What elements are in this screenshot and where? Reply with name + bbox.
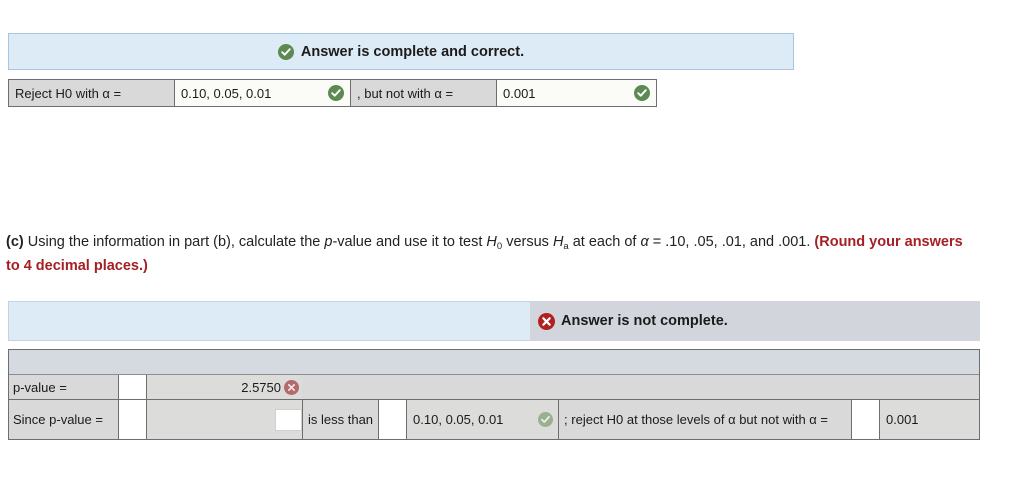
alpha-levels-answer-cell[interactable]: 0.10, 0.05, 0.01	[175, 80, 351, 106]
answer-complete-banner: Answer is complete and correct.	[8, 33, 794, 70]
x-circle-icon	[538, 313, 555, 330]
table-row: p-value = 2.5750	[9, 375, 979, 400]
final-alpha-option-value: 0.001	[886, 412, 919, 427]
since-p-value-answer-cell[interactable]	[147, 400, 302, 439]
question-c-text-2: -value and use it to test	[332, 234, 487, 250]
p-value-row-filler	[302, 375, 979, 399]
alpha-levels-option-value: 0.10, 0.05, 0.01	[413, 412, 504, 427]
table-spacer-row	[9, 350, 979, 375]
alpha-001-answer-cell[interactable]: 0.001	[497, 80, 656, 106]
final-alpha-option-cell[interactable]: 0.001	[879, 400, 979, 439]
answer-incomplete-banner-left-fill	[8, 301, 530, 341]
check-circle-icon	[328, 85, 344, 101]
check-circle-icon	[634, 85, 650, 101]
question-c-ha-sub: a	[563, 241, 569, 252]
answer-complete-banner-text: Answer is complete and correct.	[300, 43, 525, 60]
question-c-text-5: = .10, .05, .01, and .001.	[648, 234, 815, 250]
since-p-value-prefix-input[interactable]	[119, 400, 147, 439]
question-c-text-4: at each of	[568, 234, 641, 250]
alpha-levels-option-cell[interactable]: 0.10, 0.05, 0.01	[406, 400, 559, 439]
alpha-001-answer-value: 0.001	[503, 85, 536, 101]
question-c-alpha: α	[640, 234, 649, 250]
since-p-value-input-box[interactable]	[275, 408, 302, 431]
p-value-answer-cell[interactable]: 2.5750	[147, 375, 302, 399]
check-circle-icon	[277, 43, 294, 60]
p-value-label: p-value =	[9, 375, 119, 399]
is-less-than-label: is less than	[302, 400, 379, 439]
check-circle-icon	[538, 412, 554, 427]
part-c-answer-table: p-value = 2.5750 Since p-value = is less…	[8, 349, 980, 440]
question-c-h0-sub: 0	[496, 241, 503, 252]
table-row: Since p-value = is less than 0.10, 0.05,…	[9, 400, 979, 439]
part-b-answer-row: Reject H0 with α = 0.10, 0.05, 0.01 , bu…	[8, 79, 657, 107]
x-circle-icon	[284, 379, 299, 395]
question-c-marker: (c)	[6, 234, 24, 250]
reject-h0-tail-label: ; reject H0 at those levels of α but not…	[558, 400, 851, 439]
question-c-text-3: versus	[502, 234, 553, 250]
question-c-ha: H	[552, 234, 564, 250]
answer-incomplete-banner-text: Answer is not complete.	[561, 313, 728, 329]
reject-h0-label: Reject H0 with α =	[9, 80, 175, 106]
final-alpha-input[interactable]	[851, 400, 879, 439]
p-value-prefix-input[interactable]	[119, 375, 147, 399]
answer-incomplete-banner: Answer is not complete.	[8, 301, 980, 341]
but-not-with-alpha-label: , but not with α =	[351, 80, 497, 106]
question-c-text: (c) Using the information in part (b), c…	[6, 231, 974, 277]
comparison-input[interactable]	[378, 400, 407, 439]
question-c-text-1: Using the information in part (b), calcu…	[23, 234, 325, 250]
question-c-h0: H	[486, 234, 497, 250]
alpha-levels-answer-value: 0.10, 0.05, 0.01	[181, 85, 272, 101]
since-p-value-label: Since p-value =	[9, 400, 119, 439]
p-value-answer-value: 2.5750	[241, 379, 281, 395]
answer-incomplete-banner-right: Answer is not complete.	[530, 301, 980, 341]
